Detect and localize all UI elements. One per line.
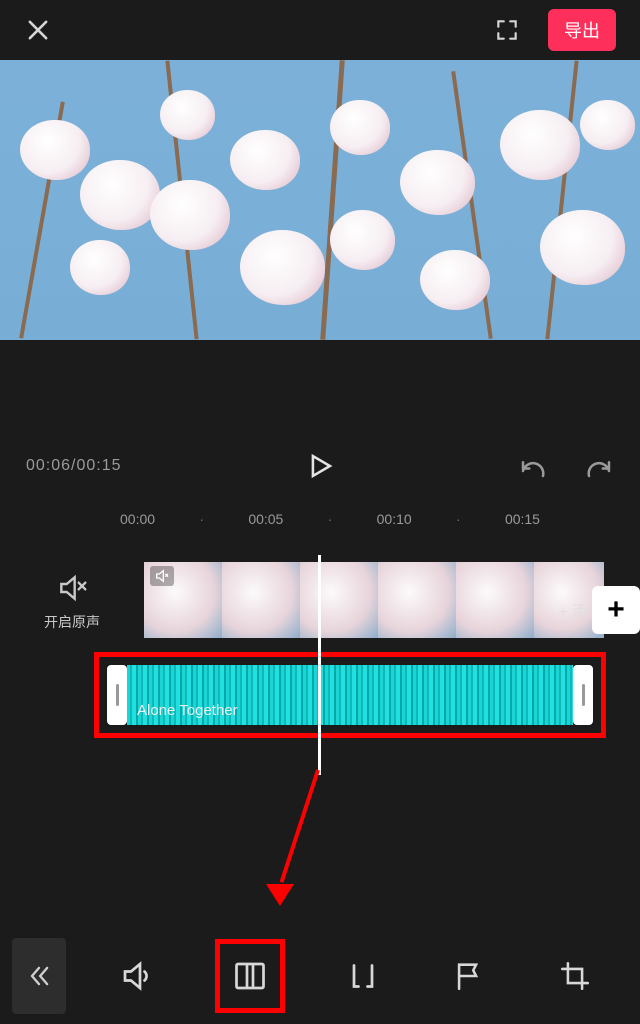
volume-tool-icon[interactable] xyxy=(109,948,165,1004)
flag-tool-icon[interactable] xyxy=(441,948,497,1004)
play-button[interactable] xyxy=(303,449,337,483)
bottom-toolbar xyxy=(0,938,640,1014)
add-clip-label: + 添 xyxy=(558,598,588,622)
playhead[interactable] xyxy=(318,555,321,775)
add-clip[interactable]: + 添 + xyxy=(558,572,640,648)
plus-icon[interactable]: + xyxy=(592,586,640,634)
audio-clip[interactable]: Alone Together xyxy=(107,665,593,725)
ruler-mark: 00:05 xyxy=(248,511,283,527)
audio-track-highlight: Alone Together xyxy=(94,652,606,738)
total-time: 00:15 xyxy=(77,457,122,474)
video-track[interactable] xyxy=(144,562,604,638)
export-button[interactable]: 导出 xyxy=(548,9,616,51)
ruler-dot: · xyxy=(456,511,461,527)
audio-title: Alone Together xyxy=(137,702,238,719)
top-bar: 导出 xyxy=(0,0,640,60)
annotation-arrow xyxy=(318,770,322,906)
current-time: 00:06 xyxy=(26,457,71,474)
video-preview[interactable] xyxy=(0,60,640,340)
tool-row xyxy=(84,939,628,1013)
ruler-dot: · xyxy=(328,511,333,527)
audio-handle-right[interactable] xyxy=(573,665,593,725)
back-button[interactable] xyxy=(12,938,66,1014)
redo-icon[interactable] xyxy=(584,451,614,481)
time-ruler[interactable]: 00:00 · 00:05 · 00:10 · 00:15 xyxy=(0,506,640,532)
transport-bar: 00:06/00:15 xyxy=(0,426,640,506)
audio-handle-left[interactable] xyxy=(107,665,127,725)
ruler-dot: · xyxy=(199,511,204,527)
mute-original-sound[interactable]: 开启原声 xyxy=(30,572,114,632)
clip-mute-icon[interactable] xyxy=(150,566,174,586)
undo-icon[interactable] xyxy=(518,451,548,481)
top-right: 导出 xyxy=(494,9,616,51)
crop-tool-icon[interactable] xyxy=(547,948,603,1004)
ruler-mark: 00:15 xyxy=(505,511,540,527)
top-left xyxy=(24,16,52,44)
trim-tool-icon[interactable] xyxy=(335,948,391,1004)
split-screen-tool-icon[interactable] xyxy=(215,939,285,1013)
mute-label: 开启原声 xyxy=(44,612,100,632)
undo-redo-group xyxy=(518,451,614,481)
time-display: 00:06/00:15 xyxy=(26,457,122,475)
fullscreen-icon[interactable] xyxy=(494,17,520,43)
ruler-mark: 00:00 xyxy=(120,511,155,527)
ruler-mark: 00:10 xyxy=(377,511,412,527)
close-icon[interactable] xyxy=(24,16,52,44)
